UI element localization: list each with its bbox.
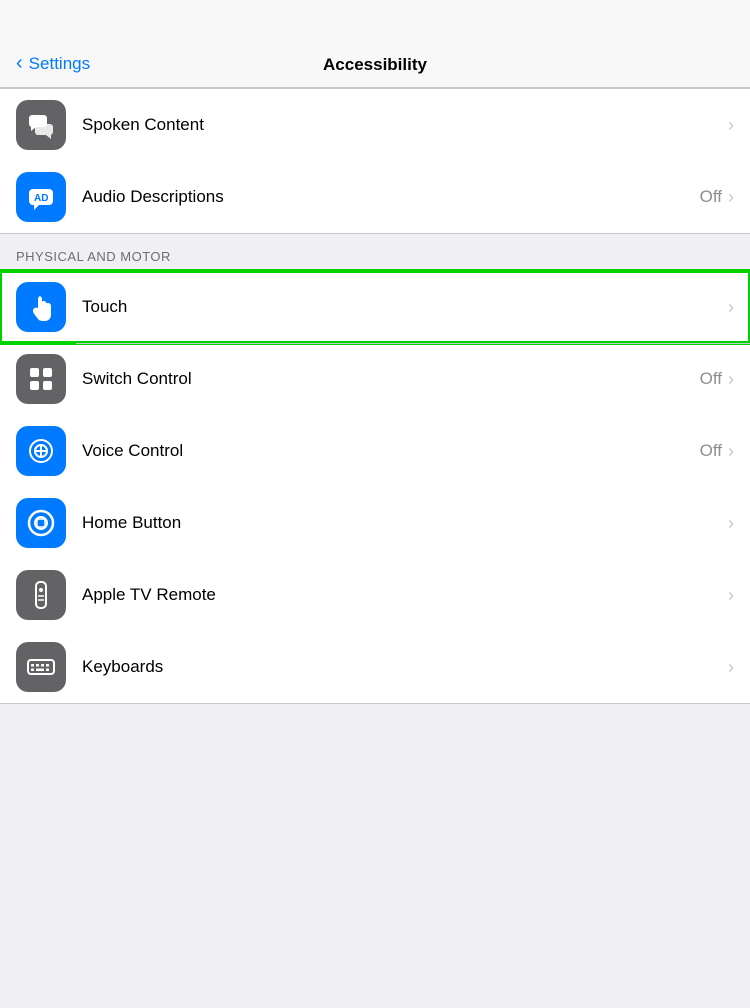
spoken-content-item[interactable]: Spoken Content › (0, 89, 750, 161)
switch-control-chevron-icon: › (728, 369, 734, 390)
keyboards-chevron-icon: › (728, 657, 734, 678)
back-button[interactable]: ‹ Settings (16, 52, 90, 75)
home-button-chevron-icon: › (728, 513, 734, 534)
audio-descriptions-icon: AD (16, 172, 66, 222)
apple-tv-remote-label: Apple TV Remote (82, 585, 728, 605)
physical-motor-section: Touch › Switch Control Off › (0, 270, 750, 704)
switch-control-svg (26, 364, 56, 394)
switch-control-item[interactable]: Switch Control Off › (0, 343, 750, 415)
voice-control-svg (26, 436, 56, 466)
keyboards-svg (26, 652, 56, 682)
switch-control-status: Off (700, 369, 722, 389)
physical-motor-label: PHYSICAL AND MOTOR (16, 249, 171, 264)
apple-tv-remote-icon (16, 570, 66, 620)
voice-control-item[interactable]: Voice Control Off › (0, 415, 750, 487)
spoken-content-icon (16, 100, 66, 150)
audio-descriptions-status: Off (700, 187, 722, 207)
touch-label: Touch (82, 297, 728, 317)
keyboards-icon (16, 642, 66, 692)
touch-svg (26, 292, 56, 322)
vision-section: Spoken Content › AD Audio Descriptions O… (0, 88, 750, 234)
voice-control-icon (16, 426, 66, 476)
home-button-label: Home Button (82, 513, 728, 533)
home-button-icon (16, 498, 66, 548)
back-label: Settings (29, 54, 90, 74)
apple-tv-remote-item[interactable]: Apple TV Remote › (0, 559, 750, 631)
switch-control-label: Switch Control (82, 369, 700, 389)
switch-control-icon (16, 354, 66, 404)
spoken-content-label: Spoken Content (82, 115, 728, 135)
svg-text:AD: AD (34, 193, 48, 204)
apple-tv-remote-chevron-icon: › (728, 585, 734, 606)
nav-bar: ‹ Settings Accessibility (0, 0, 750, 88)
keyboards-item[interactable]: Keyboards › (0, 631, 750, 703)
home-button-item[interactable]: Home Button › (0, 487, 750, 559)
apple-tv-remote-svg (26, 580, 56, 610)
spoken-content-chevron-icon: › (728, 115, 734, 136)
page-title: Accessibility (323, 55, 427, 75)
home-button-svg (26, 508, 56, 538)
voice-control-status: Off (700, 441, 722, 461)
touch-icon (16, 282, 66, 332)
voice-control-label: Voice Control (82, 441, 700, 461)
audio-descriptions-item[interactable]: AD Audio Descriptions Off › (0, 161, 750, 233)
audio-descriptions-chevron-icon: › (728, 187, 734, 208)
keyboards-label: Keyboards (82, 657, 728, 677)
touch-item[interactable]: Touch › (0, 271, 750, 343)
back-chevron-icon: ‹ (16, 52, 23, 75)
audio-descriptions-svg: AD (26, 182, 56, 212)
voice-control-chevron-icon: › (728, 441, 734, 462)
audio-descriptions-label: Audio Descriptions (82, 187, 700, 207)
physical-motor-header: PHYSICAL AND MOTOR (0, 234, 750, 270)
touch-chevron-icon: › (728, 297, 734, 318)
spoken-content-svg (26, 110, 56, 140)
